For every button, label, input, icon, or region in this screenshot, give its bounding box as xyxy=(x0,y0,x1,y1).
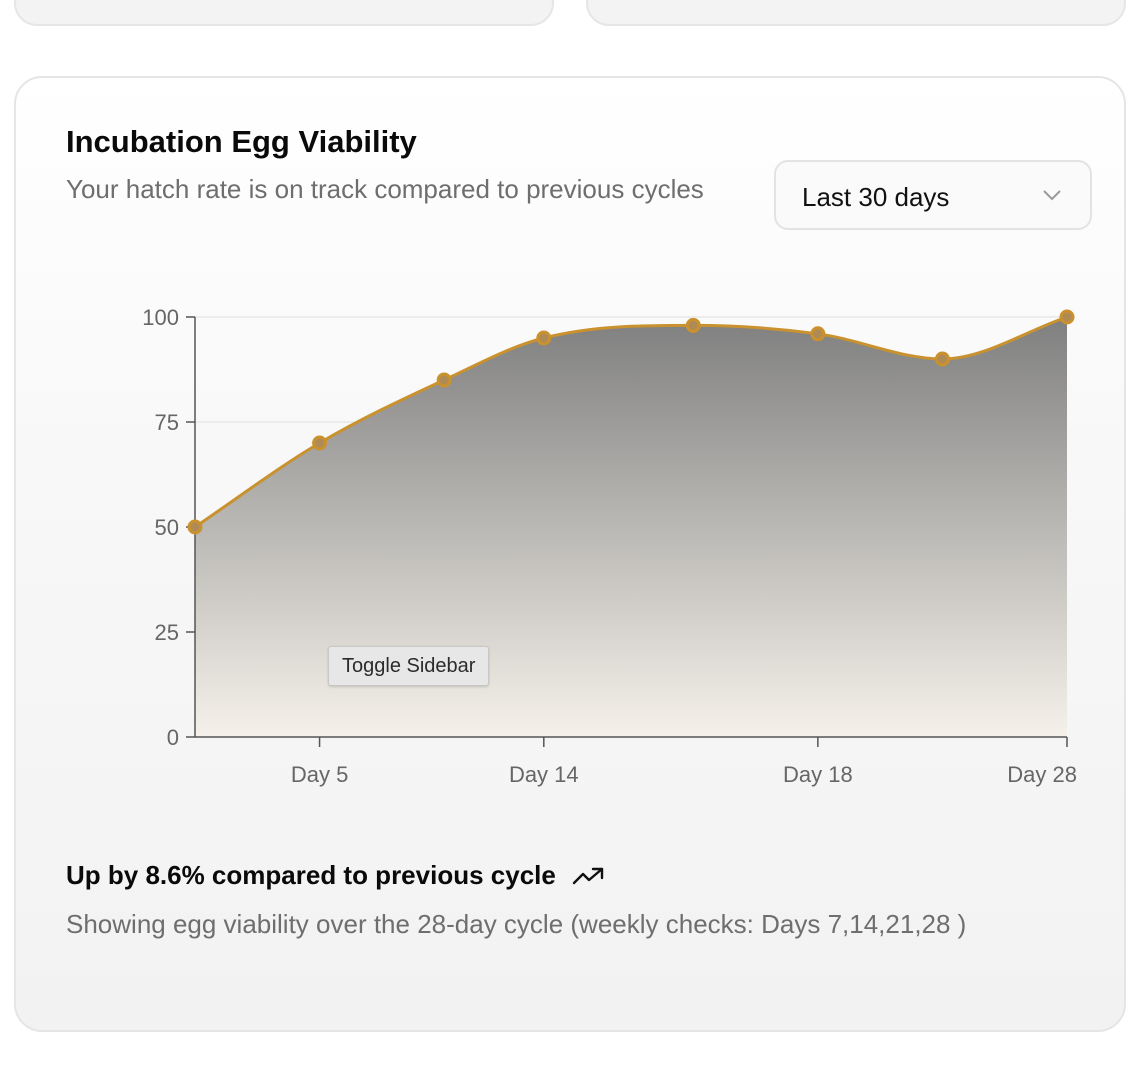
data-point[interactable] xyxy=(810,326,826,342)
y-tick-label: 100 xyxy=(142,305,179,330)
viability-area xyxy=(195,317,1067,737)
data-point[interactable] xyxy=(312,435,328,451)
x-tick-label: Day 28 xyxy=(1007,762,1077,787)
trend-summary-text: Up by 8.6% compared to previous cycle xyxy=(66,860,556,890)
data-point[interactable] xyxy=(536,330,552,346)
egg-viability-card: Incubation Egg Viability Your hatch rate… xyxy=(14,76,1126,1032)
data-point[interactable] xyxy=(934,351,950,367)
trending-up-icon xyxy=(572,867,604,884)
data-point[interactable] xyxy=(436,372,452,388)
chart-description: Showing egg viability over the 28-day cy… xyxy=(66,909,967,939)
trend-summary: Up by 8.6% compared to previous cycle xyxy=(66,860,606,891)
data-point[interactable] xyxy=(187,519,203,535)
y-tick-label: 75 xyxy=(155,410,179,435)
y-tick-label: 0 xyxy=(167,725,179,750)
range-select[interactable]: Last 30 days xyxy=(774,160,1092,230)
x-tick-label: Day 18 xyxy=(783,762,853,787)
card-top-right xyxy=(586,0,1126,26)
y-tick-label: 25 xyxy=(155,620,179,645)
data-point[interactable] xyxy=(685,317,701,333)
y-tick-label: 50 xyxy=(155,515,179,540)
toggle-sidebar-tooltip: Toggle Sidebar xyxy=(328,646,490,686)
range-select-value: Last 30 days xyxy=(802,182,950,212)
chevron-down-icon xyxy=(1043,190,1061,201)
x-tick-label: Day 5 xyxy=(291,762,348,787)
data-point[interactable] xyxy=(1059,309,1075,325)
x-tick-label: Day 14 xyxy=(509,762,579,787)
card-top-left xyxy=(14,0,554,26)
